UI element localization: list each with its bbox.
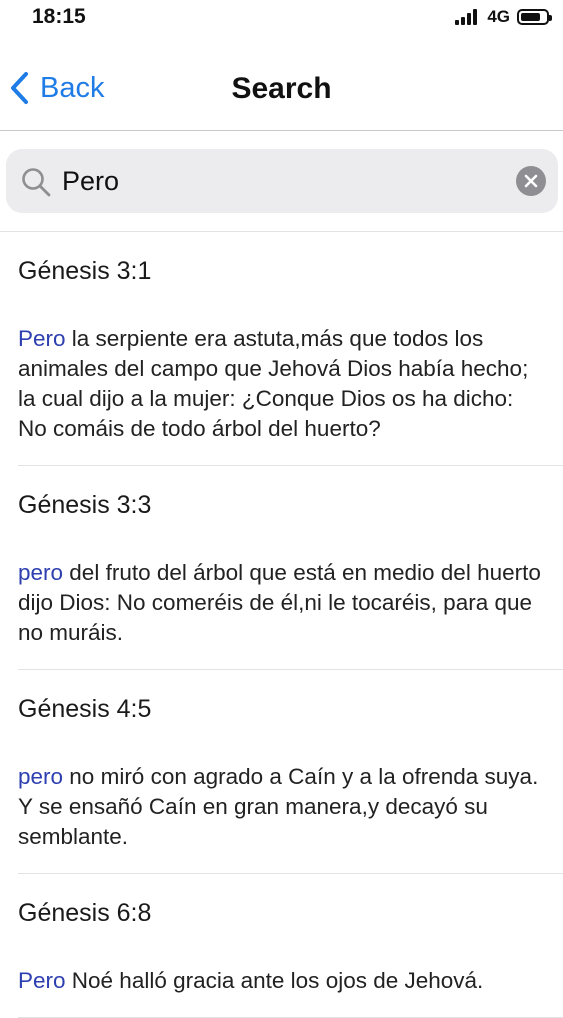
verse-text-rest: del fruto del árbol que está en medio de…	[18, 560, 541, 645]
verse-text: pero del fruto del árbol que está en med…	[18, 558, 545, 669]
verse-text: pero no miró con agrado a Caín y a la of…	[18, 762, 545, 873]
result-item[interactable]: Génesis 3:3 pero del fruto del árbol que…	[18, 466, 563, 670]
verse-reference: Génesis 3:1	[18, 257, 152, 285]
verse-text-rest: Noé halló gracia ante los ojos de Jehová…	[65, 968, 484, 993]
verse-reference: Génesis 6:8	[18, 899, 152, 927]
match-highlight: Pero	[18, 968, 66, 993]
verse-text-rest: no miró con agrado a Caín y a la ofrenda…	[18, 764, 539, 849]
search-input[interactable]	[62, 159, 502, 203]
verse-text: Pero Noé halló gracia ante los ojos de J…	[18, 966, 545, 1017]
status-time: 18:15	[32, 5, 86, 28]
battery-level-fill	[521, 13, 540, 21]
verse-reference: Génesis 4:5	[18, 695, 152, 723]
clear-search-button[interactable]	[516, 166, 546, 196]
search-icon	[22, 168, 51, 197]
result-item[interactable]: Génesis 6:8 Pero Noé halló gracia ante l…	[18, 874, 563, 1018]
result-item[interactable]: Génesis 3:1 Pero la serpiente era astuta…	[18, 232, 563, 466]
battery-cap	[549, 15, 552, 21]
match-highlight: pero	[18, 560, 64, 585]
match-highlight: pero	[18, 764, 64, 789]
network-type: 4G	[487, 7, 510, 26]
close-icon	[524, 174, 538, 188]
match-highlight: Pero	[18, 326, 66, 351]
navigation-bar: Back Search	[0, 40, 563, 131]
search-field[interactable]	[6, 149, 558, 213]
verse-text-rest: la serpiente era astuta,más que todos lo…	[18, 326, 529, 441]
verse-reference: Génesis 3:3	[18, 491, 152, 519]
battery-icon	[517, 9, 552, 25]
search-results-list: Génesis 3:1 Pero la serpiente era astuta…	[0, 232, 563, 1018]
cellular-signal-icon	[455, 9, 479, 25]
result-item[interactable]: Génesis 4:5 pero no miró con agrado a Ca…	[18, 670, 563, 874]
status-indicators: 4G	[455, 6, 552, 28]
page-title: Search	[231, 72, 332, 105]
status-bar: 18:15 4G	[0, 0, 563, 40]
verse-text: Pero la serpiente era astuta,más que tod…	[18, 324, 545, 465]
